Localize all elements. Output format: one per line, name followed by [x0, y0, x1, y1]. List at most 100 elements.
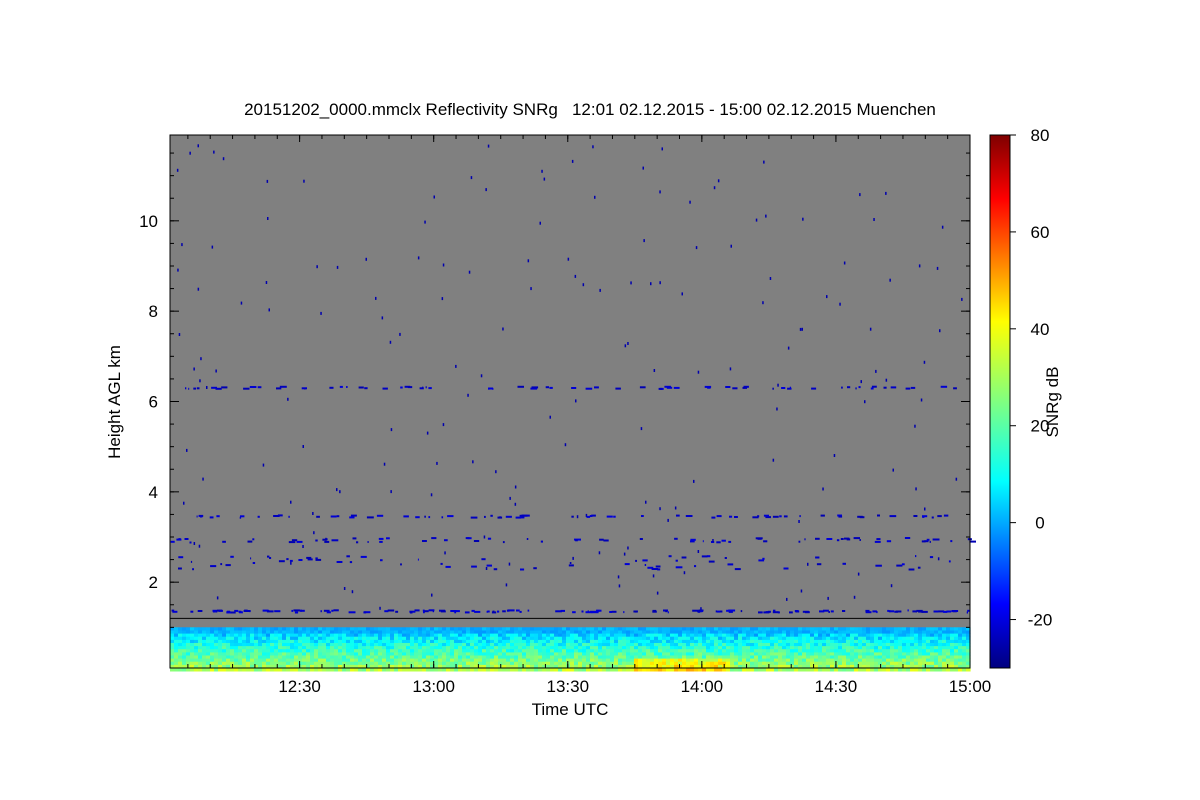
echo-cell — [550, 668, 555, 672]
echo-cell — [738, 649, 743, 653]
echo-cell — [830, 655, 835, 659]
echo-cell — [438, 643, 443, 647]
echo-cell — [626, 652, 631, 656]
echo-cell — [288, 515, 290, 518]
echo-cell — [946, 630, 951, 634]
echo-cell — [510, 639, 515, 644]
echo-cell — [238, 639, 243, 644]
echo-cell — [634, 646, 639, 650]
echo-cell — [726, 646, 731, 650]
echo-cell — [282, 646, 287, 650]
echo-cell — [790, 643, 795, 647]
echo-cell — [487, 537, 492, 540]
echo-cell — [754, 668, 759, 672]
echo-cell — [310, 658, 315, 663]
echo-cell — [400, 386, 403, 389]
echo-cell — [466, 661, 471, 666]
echo-cell — [330, 668, 335, 672]
echo-cell — [622, 633, 627, 638]
echo-cell — [794, 630, 799, 634]
echo-cell — [342, 630, 347, 634]
echo-cell — [378, 652, 383, 656]
echo-cell — [622, 646, 627, 650]
echo-cell — [206, 646, 211, 650]
echo-cell — [602, 652, 607, 656]
echo-cell — [382, 668, 387, 672]
echo-cell — [770, 627, 775, 631]
echo-cell — [658, 658, 663, 663]
echo-cell — [442, 263, 445, 267]
echo-cell — [178, 646, 183, 650]
echo-cell — [854, 652, 859, 656]
echo-cell — [518, 627, 523, 631]
echo-cell — [878, 636, 883, 641]
echo-cell — [746, 649, 751, 653]
echo-cell — [410, 655, 415, 659]
echo-cell — [698, 636, 703, 641]
echo-cell — [422, 639, 427, 644]
echo-cell — [717, 179, 720, 183]
echo-cell — [642, 652, 647, 656]
echo-cell — [674, 652, 679, 656]
echo-cell — [274, 658, 279, 663]
echo-cell — [366, 646, 371, 650]
echo-cell — [750, 639, 755, 644]
echo-cell — [858, 630, 863, 634]
echo-cell — [470, 516, 478, 519]
echo-cell — [494, 639, 499, 644]
echo-cell — [349, 561, 353, 564]
echo-cell — [958, 630, 963, 634]
echo-cell — [310, 646, 315, 650]
echo-cell — [914, 630, 919, 634]
echo-cell — [706, 633, 711, 638]
echo-cell — [502, 541, 505, 544]
echo-cell — [478, 627, 483, 631]
echo-cell — [794, 658, 799, 663]
echo-cell — [918, 658, 923, 663]
echo-cell — [838, 655, 843, 659]
echo-cell — [398, 658, 403, 663]
echo-cell — [210, 627, 215, 631]
echo-cell — [578, 627, 583, 631]
echo-cell — [776, 407, 778, 411]
echo-cell — [630, 658, 635, 663]
echo-cell — [906, 630, 911, 634]
echo-cell — [742, 630, 747, 634]
echo-cell — [623, 552, 626, 556]
echo-cell — [466, 627, 471, 631]
echo-cell — [316, 265, 318, 269]
echo-cell — [654, 646, 659, 650]
echo-cell — [298, 630, 303, 634]
echo-cell — [498, 668, 503, 672]
echo-cell — [426, 630, 431, 634]
echo-cell — [170, 643, 175, 647]
echo-cell — [746, 630, 751, 634]
echo-cell — [494, 633, 499, 638]
echo-cell — [958, 646, 963, 650]
echo-cell — [902, 649, 907, 653]
echo-cell — [766, 649, 771, 653]
echo-cell — [822, 627, 827, 631]
echo-cell — [434, 649, 439, 653]
echo-cell — [402, 652, 407, 656]
echo-cell — [282, 661, 287, 666]
echo-cell — [698, 649, 703, 653]
echo-cell — [682, 639, 687, 644]
echo-cell — [594, 639, 599, 644]
echo-cell — [418, 630, 423, 634]
echo-cell — [362, 661, 367, 666]
echo-cell — [266, 639, 271, 644]
echo-cell — [558, 668, 563, 672]
echo-cell — [462, 652, 467, 656]
echo-cell — [802, 658, 807, 663]
echo-cell — [734, 633, 739, 638]
echo-cell — [830, 633, 835, 638]
echo-cell — [626, 633, 631, 638]
echo-cell — [346, 655, 351, 659]
echo-cell — [826, 646, 831, 650]
echo-cell — [862, 633, 867, 638]
echo-cell — [917, 566, 921, 569]
echo-cell — [594, 633, 599, 638]
echo-cell — [892, 468, 894, 472]
echo-cell — [902, 636, 907, 641]
